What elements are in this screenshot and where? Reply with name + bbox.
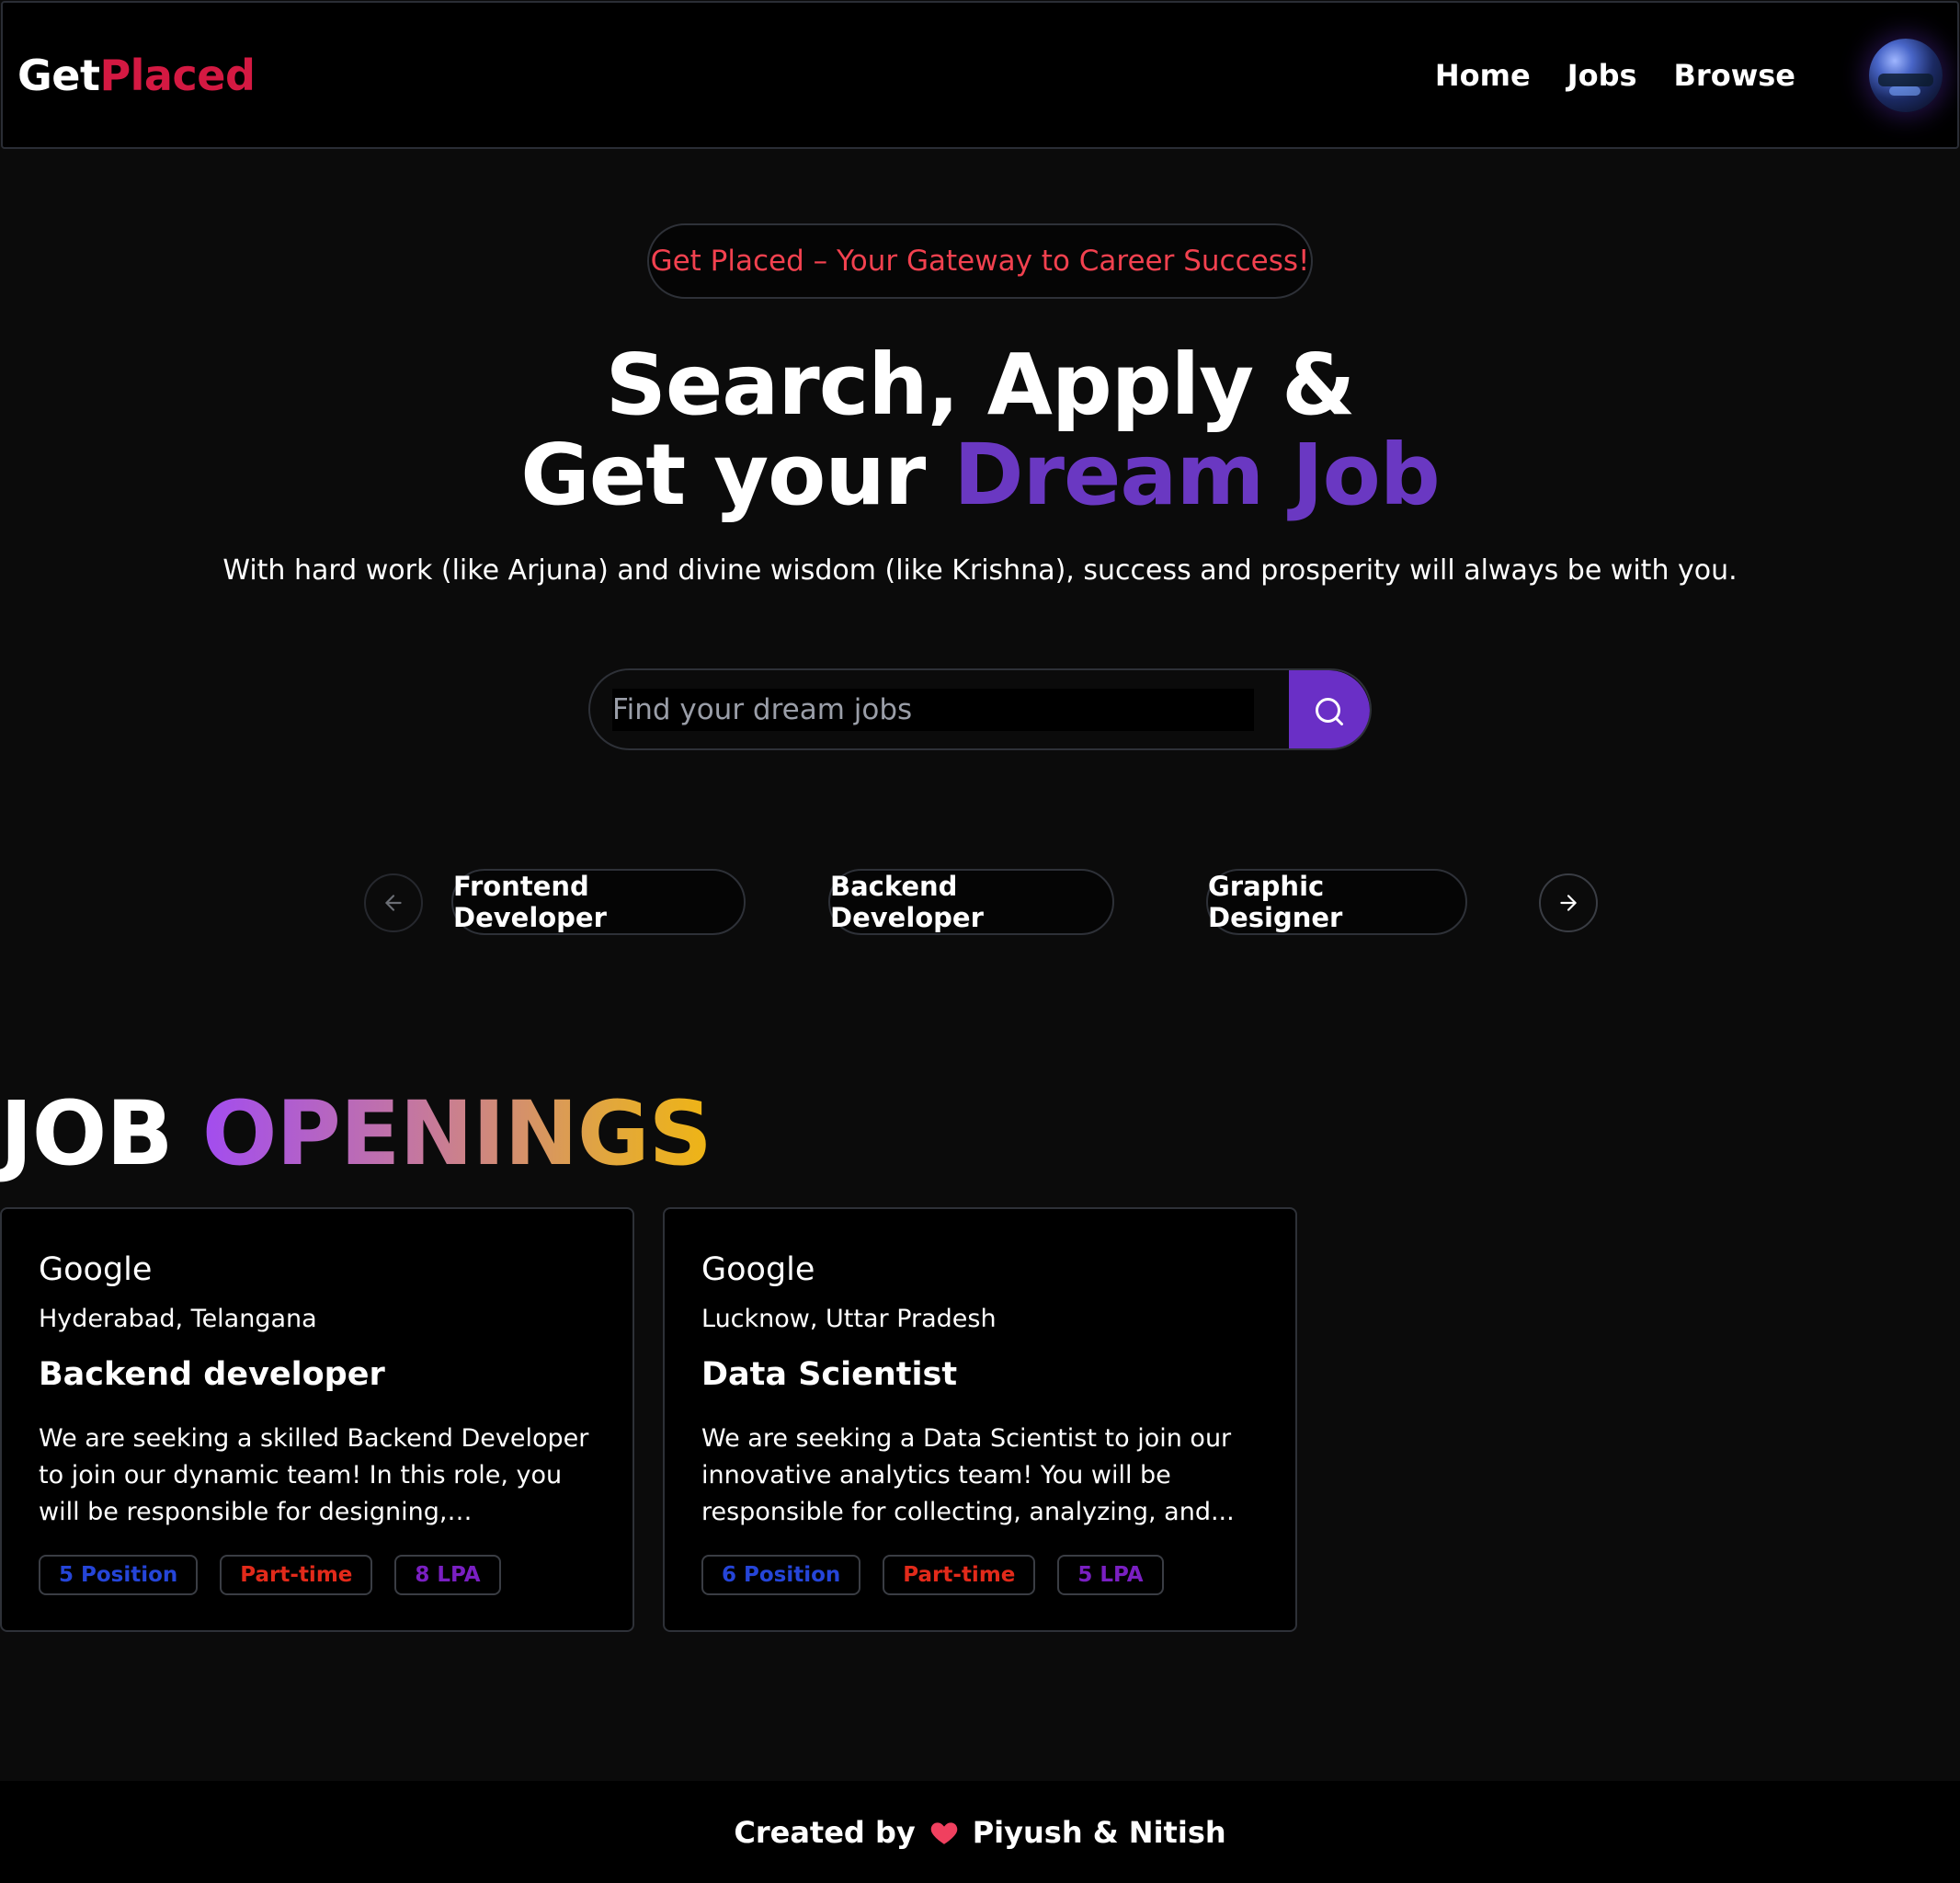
job-location: Hyderabad, Telangana (39, 1305, 317, 1333)
search-bar (588, 668, 1372, 750)
category-chip-graphic[interactable]: Graphic Designer (1206, 869, 1467, 935)
nav-link-jobs[interactable]: Jobs (1567, 58, 1637, 93)
headline-line-1: Search, Apply & (605, 336, 1356, 434)
category-chip-frontend[interactable]: Frontend Developer (451, 869, 746, 935)
job-company: Google (39, 1251, 153, 1288)
positions-badge: 6 Position (701, 1555, 861, 1595)
footer: Created by Piyush & Nitish (0, 1781, 1960, 1883)
nav-links: Home Jobs Browse (1435, 58, 1795, 93)
logo[interactable]: GetPlaced (17, 50, 256, 100)
job-card[interactable]: Google Lucknow, Uttar Pradesh Data Scien… (663, 1207, 1297, 1632)
arrow-left-icon (385, 895, 402, 911)
footer-created-by: Created by (734, 1814, 916, 1850)
nav-link-home[interactable]: Home (1435, 58, 1531, 93)
headline-highlight: Dream Job (953, 426, 1440, 524)
job-description: We are seeking a Data Scientist to join … (701, 1424, 1235, 1526)
positions-badge: 5 Position (39, 1555, 199, 1595)
section-title-openings: OPENINGS (201, 1082, 712, 1185)
search-input[interactable] (612, 689, 1254, 731)
logo-placed: Placed (99, 50, 256, 100)
salary-badge: 8 LPA (394, 1555, 501, 1595)
job-company: Google (701, 1251, 815, 1288)
hero-badge: Get Placed – Your Gateway to Career Succ… (647, 223, 1313, 299)
section-title: JOB OPENINGS (0, 1085, 712, 1182)
headline-prefix: Get your (520, 426, 954, 524)
logo-get: Get (17, 50, 100, 100)
hero-headline: Search, Apply & Get your Dream Job (0, 340, 1960, 520)
avatar[interactable] (1869, 38, 1943, 112)
job-location: Lucknow, Uttar Pradesh (701, 1305, 997, 1333)
carousel-next-button[interactable] (1539, 873, 1598, 932)
navbar: GetPlaced Home Jobs Browse (1, 1, 1959, 149)
section-title-job: JOB (0, 1082, 173, 1185)
carousel-prev-button[interactable] (364, 873, 423, 932)
search-button[interactable] (1289, 670, 1370, 748)
job-type-badge: Part-time (220, 1555, 373, 1595)
footer-authors: Piyush & Nitish (972, 1814, 1226, 1850)
category-chip-backend[interactable]: Backend Developer (828, 869, 1114, 935)
job-type-badge: Part-time (883, 1555, 1036, 1595)
job-badges: 6 Position Part-time 5 LPA (701, 1555, 1164, 1595)
nav-link-browse[interactable]: Browse (1674, 58, 1795, 93)
job-badges: 5 Position Part-time 8 LPA (39, 1555, 501, 1595)
salary-badge: 5 LPA (1057, 1555, 1164, 1595)
search-icon (1316, 697, 1343, 725)
arrow-right-icon (1560, 895, 1577, 911)
job-title: Data Scientist (701, 1356, 958, 1393)
heart-icon (930, 1821, 957, 1844)
job-description: We are seeking a skilled Backend Develop… (39, 1424, 589, 1526)
job-card[interactable]: Google Hyderabad, Telangana Backend deve… (0, 1207, 634, 1632)
nav-right: Home Jobs Browse (1435, 38, 1943, 112)
job-title: Backend developer (39, 1356, 385, 1393)
hero-subtitle: With hard work (like Arjuna) and divine … (222, 554, 1738, 587)
headline-line-2: Get your Dream Job (0, 430, 1960, 520)
